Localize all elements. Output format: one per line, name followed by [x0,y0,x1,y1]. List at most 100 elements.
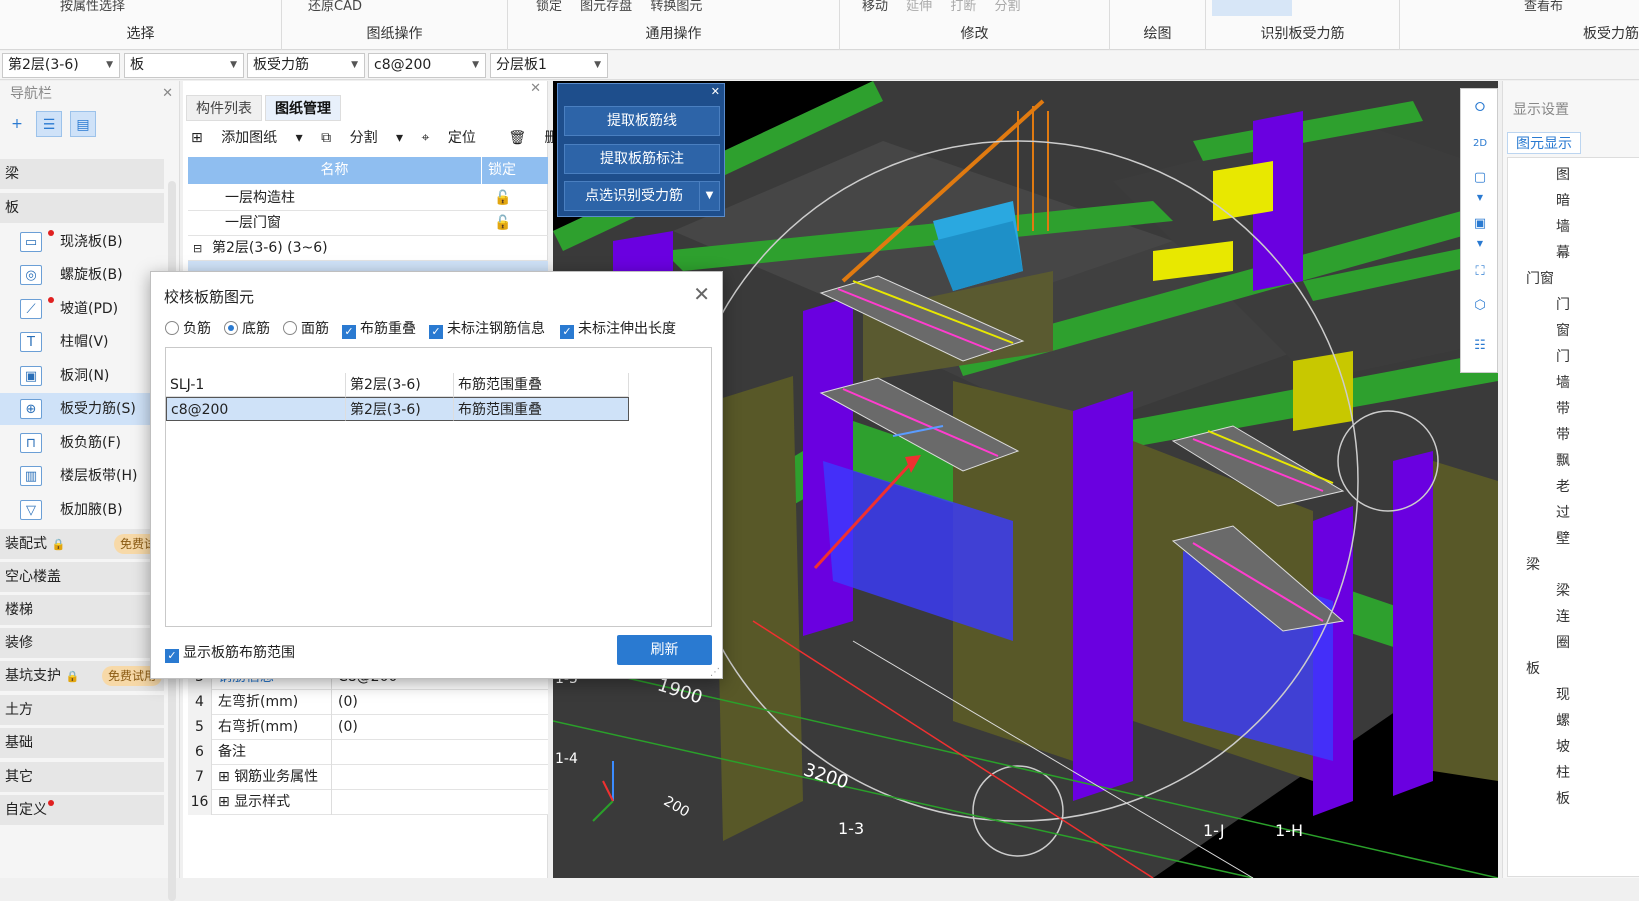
tree-item[interactable]: 过 [1556,502,1570,522]
property-row[interactable]: 6 备注 [188,740,548,765]
extend-button[interactable]: 延伸 [906,0,932,14]
nav-item-column-cap[interactable]: T 柱帽(V) [0,326,164,358]
list-view-icon[interactable]: ☰ [36,111,62,137]
lock-icon[interactable]: 🔓 [494,186,511,211]
tree-item[interactable]: 梁 [1526,554,1540,574]
view-3d-cube-icon[interactable]: ▢ [1467,167,1493,189]
property-row[interactable]: 4 左弯折(mm) (0) [188,690,548,715]
check-unlabeled-length[interactable]: ✓ 未标注伸出长度 [560,318,676,339]
tree-item[interactable]: 梁 [1556,580,1570,600]
tree-item[interactable]: 坡 [1556,736,1570,756]
category-foundation[interactable]: 基础 [0,728,164,758]
tree-item[interactable]: 螺 [1556,710,1570,730]
expand-icon[interactable]: ⊞ [218,769,234,785]
floor-select[interactable]: 第2层(3-6) ▼ [2,53,120,78]
check-overlap[interactable]: ✓ 布筋重叠 [342,318,416,339]
show-range-checkbox[interactable]: ✓ 显示板筋布筋范围 [165,642,295,663]
pick-recognize-rebar-button[interactable]: 点选识别受力筋 ▼ [564,181,720,211]
table-row[interactable]: 一层门窗 🔓 [188,211,548,236]
tree-item[interactable]: 圈 [1556,632,1570,652]
slab-layer-select[interactable]: 分层板1 ▼ [490,53,608,78]
tree-item[interactable]: 柱 [1556,762,1570,782]
category-ban[interactable]: 板 [0,193,164,223]
nav-item-slab-hole[interactable]: ▣ 板洞(N) [0,360,164,392]
view-2d-icon[interactable]: 2D [1467,133,1493,155]
move-button[interactable]: 移动 [862,0,888,14]
radio-negative-rebar[interactable]: 负筋 [165,318,211,338]
expand-icon[interactable]: ⊞ [218,794,234,810]
extract-rebar-label-button[interactable]: 提取板筋标注 [564,144,720,174]
category-other[interactable]: 其它 [0,762,164,792]
tree-item[interactable]: 带 [1556,398,1570,418]
chevron-down-icon[interactable]: ▼ [1467,187,1493,209]
refresh-button[interactable]: 刷新 [617,635,712,665]
category-earthwork[interactable]: 土方 [0,695,164,725]
table-row[interactable]: 一层构造柱 🔓 [188,186,548,211]
orbit-icon[interactable]: ⭘ [1467,97,1493,119]
tree-item[interactable]: 窗 [1556,320,1570,340]
add-drawing-button[interactable]: ⊞ 添加图纸 ▾ [191,130,303,146]
tree-item[interactable]: 门 [1556,346,1570,366]
chevron-down-icon[interactable]: ▼ [699,182,719,210]
extract-rebar-line-button[interactable]: 提取板筋线 [564,106,720,136]
tree-item[interactable]: 现 [1556,684,1570,704]
resize-grip-icon[interactable]: ⋰ [710,667,720,678]
tree-item[interactable]: 板 [1526,658,1540,678]
table-row[interactable]: ⊟ 第2层(3-6) (3~6) [188,236,548,261]
convert-element-button[interactable]: 转换图元 [650,0,702,14]
rebar-spec-select[interactable]: c8@200 ▼ [368,53,486,78]
radio-top-rebar[interactable]: 面筋 [283,318,329,338]
category-hollow-floor[interactable]: 空心楼盖 [0,562,164,592]
property-row[interactable]: 16 ⊞ 显示样式 [188,790,548,815]
category-liang[interactable]: 梁 [0,159,164,189]
nav-item-cast-slab[interactable]: ▭ 现浇板(B) [0,226,164,258]
tree-item[interactable]: 飘 [1556,450,1570,470]
fit-view-icon[interactable]: ⛶ [1467,261,1493,283]
tab-component-list[interactable]: 构件列表 [186,95,262,121]
tree-item[interactable]: 幕 [1556,242,1570,262]
radio-bottom-rebar[interactable]: 底筋 [224,318,270,338]
category-decoration[interactable]: 装修 [0,628,164,658]
box-select-icon[interactable]: ⬡ [1467,295,1493,317]
nav-item-slab-rebar[interactable]: ⊕ 板受力筋(S) [0,393,164,425]
break-button[interactable]: 打断 [950,0,976,14]
nav-item-spiral-slab[interactable]: ◎ 螺旋板(B) [0,259,164,291]
collapse-icon[interactable]: ⊟ [193,236,202,261]
view-layout-button[interactable]: 查看布 [1524,0,1563,14]
nav-item-floor-strip[interactable]: ▥ 楼层板带(H) [0,460,164,492]
category-pit-support[interactable]: 基坑支护 🔒 免费试用 [0,661,164,691]
tab-drawing-management[interactable]: 图纸管理 [265,95,341,121]
locate-button[interactable]: ⌖ 定位 [422,130,490,146]
category-stairs[interactable]: 楼梯 [0,595,164,625]
tree-item[interactable]: 图 [1556,164,1570,184]
tree-item[interactable]: 带 [1556,424,1570,444]
category-custom[interactable]: 自定义 [0,795,164,825]
property-row[interactable]: 7 ⊞ 钢筋业务属性 [188,765,548,790]
close-icon[interactable]: ✕ [530,81,541,96]
split-drawing-button[interactable]: ⧉ 分割 ▾ [321,130,403,146]
lock-icon[interactable]: 🔓 [494,211,511,236]
tree-item[interactable]: 老 [1556,476,1570,496]
close-icon[interactable]: ✕ [711,85,720,98]
tree-item[interactable]: 墙 [1556,372,1570,392]
nav-item-ramp[interactable]: ⟋ 坡道(PD) [0,293,164,325]
lock-button[interactable]: 锁定 [536,0,562,14]
nav-item-haunch[interactable]: ▽ 板加腋(B) [0,494,164,526]
type-select[interactable]: 板 ▼ [124,53,244,78]
tree-item[interactable]: 门窗 [1526,268,1554,288]
solid-view-icon[interactable]: ▣ [1467,213,1493,235]
check-unlabeled-info[interactable]: ✓ 未标注钢筋信息 [429,318,545,339]
add-icon[interactable]: + [4,111,30,137]
category-prefab[interactable]: 装配式 🔒 免费试 [0,529,164,559]
recognize-button-highlight[interactable] [1212,0,1292,16]
close-icon[interactable]: ✕ [693,282,710,306]
chevron-down-icon[interactable]: ▼ [1467,233,1493,255]
save-element-button[interactable]: 图元存盘 [580,0,632,14]
tree-item[interactable]: 板 [1556,788,1570,808]
close-icon[interactable]: ✕ [162,81,173,107]
property-row[interactable]: 5 右弯折(mm) (0) [188,715,548,740]
tree-item[interactable]: 墙 [1556,216,1570,236]
split-button[interactable]: 分割 [994,0,1020,14]
tree-item[interactable]: 门 [1556,294,1570,314]
restore-cad-button[interactable]: 还原CAD [308,0,362,14]
